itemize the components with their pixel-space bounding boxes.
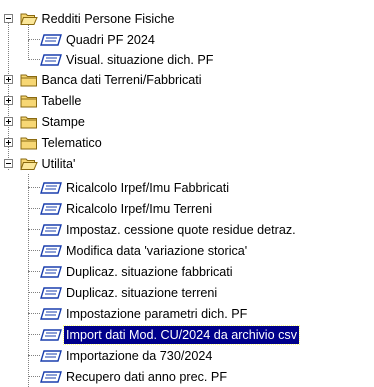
form-icon — [40, 223, 62, 236]
tree-node-label: Import dati Mod. CU/2024 da archivio csv — [63, 324, 300, 345]
form-icon — [40, 53, 62, 66]
navigation-tree: Redditi Persone Fisiche Quadri PF 2024 V… — [0, 0, 374, 387]
tree-node-label: Redditi Persone Fisiche — [41, 11, 175, 26]
tree-line — [28, 313, 40, 315]
tree-node-label: Quadri PF 2024 — [66, 32, 155, 47]
tree-node-impostazione-parametri-dich-pf[interactable]: Impostazione parametri dich. PF — [40, 303, 249, 323]
collapse-toggle[interactable] — [4, 14, 13, 23]
tree-line — [28, 187, 40, 189]
folder-open-icon — [19, 13, 38, 25]
tree-node-label: Impostazione parametri dich. PF — [66, 306, 248, 321]
form-icon — [40, 328, 62, 341]
tree-node-label: Banca dati Terreni/Fabbricati — [41, 72, 202, 87]
tree-line — [28, 355, 40, 357]
form-icon — [40, 33, 62, 46]
tree-line — [28, 40, 30, 60]
tree-node-modifica-data-variazione-storica[interactable]: Modifica data 'variazione storica' — [40, 240, 249, 260]
tree-node-import-dati-mod-cu[interactable]: Import dati Mod. CU/2024 da archivio csv — [40, 324, 300, 345]
tree-line — [28, 376, 40, 378]
form-icon — [40, 202, 62, 215]
tree-node-label: Utilita' — [41, 156, 76, 171]
collapse-toggle[interactable] — [4, 159, 13, 168]
tree-line — [28, 334, 40, 336]
tree-line — [28, 292, 40, 294]
tree-node-label: Visual. situazione dich. PF — [66, 52, 214, 67]
form-icon — [40, 349, 62, 362]
tree-node-visual-situazione-dich-pf[interactable]: Visual. situazione dich. PF — [40, 49, 215, 69]
tree-node-banca-dati-terreni-fabbricati[interactable]: Banca dati Terreni/Fabbricati — [0, 69, 204, 89]
tree-line — [28, 229, 40, 231]
tree-node-duplicaz-situazione-fabbricati[interactable]: Duplicaz. situazione fabbricati — [40, 261, 235, 281]
tree-node-duplicaz-situazione-terreni[interactable]: Duplicaz. situazione terreni — [40, 282, 219, 302]
tree-node-label: Ricalcolo Irpef/Imu Fabbricati — [66, 180, 230, 195]
tree-node-importazione-da-730[interactable]: Importazione da 730/2024 — [40, 345, 214, 365]
tree-node-ricalcolo-irpef-imu-fabbricati[interactable]: Ricalcolo Irpef/Imu Fabbricati — [40, 177, 231, 197]
tree-node-telematico[interactable]: Telematico — [0, 132, 104, 152]
tree-node-quadri-pf-2024[interactable]: Quadri PF 2024 — [40, 29, 157, 49]
tree-node-label: Importazione da 730/2024 — [66, 348, 213, 363]
folder-icon — [20, 116, 37, 129]
form-icon — [40, 244, 62, 257]
tree-node-label: Ricalcolo Irpef/Imu Terreni — [66, 201, 213, 216]
tree-line — [28, 250, 40, 252]
tree-node-impostaz-cessione-quote[interactable]: Impostaz. cessione quote residue detraz. — [40, 219, 298, 239]
tree-node-label: Duplicaz. situazione terreni — [66, 285, 218, 300]
expand-toggle[interactable] — [4, 75, 13, 84]
folder-icon — [20, 74, 37, 87]
expand-toggle[interactable] — [4, 96, 13, 105]
tree-node-redditi-persone-fisiche[interactable]: Redditi Persone Fisiche — [0, 8, 177, 28]
tree-node-label: Tabelle — [41, 93, 82, 108]
tree-node-recupero-dati-anno-prec[interactable]: Recupero dati anno prec. PF — [40, 366, 229, 386]
tree-node-tabelle[interactable]: Tabelle — [0, 90, 83, 110]
folder-icon — [20, 95, 37, 108]
tree-line — [28, 208, 40, 210]
tree-node-label: Modifica data 'variazione storica' — [66, 243, 248, 258]
tree-node-label: Stampe — [41, 114, 85, 129]
expand-toggle[interactable] — [4, 117, 13, 126]
form-icon — [40, 307, 62, 320]
expand-toggle[interactable] — [4, 138, 13, 147]
tree-node-label: Duplicaz. situazione fabbricati — [66, 264, 233, 279]
form-icon — [40, 286, 62, 299]
folder-icon — [20, 137, 37, 150]
form-icon — [40, 181, 62, 194]
tree-node-label: Recupero dati anno prec. PF — [66, 369, 228, 384]
folder-open-icon — [19, 158, 38, 170]
tree-line — [28, 271, 40, 273]
tree-node-utilita[interactable]: Utilita' — [0, 153, 77, 173]
tree-node-ricalcolo-irpef-imu-terreni[interactable]: Ricalcolo Irpef/Imu Terreni — [40, 198, 214, 218]
tree-node-stampe[interactable]: Stampe — [0, 111, 87, 131]
form-icon — [40, 265, 62, 278]
tree-node-label: Impostaz. cessione quote residue detraz. — [66, 222, 296, 237]
form-icon — [40, 370, 62, 383]
tree-node-label: Telematico — [41, 135, 102, 150]
